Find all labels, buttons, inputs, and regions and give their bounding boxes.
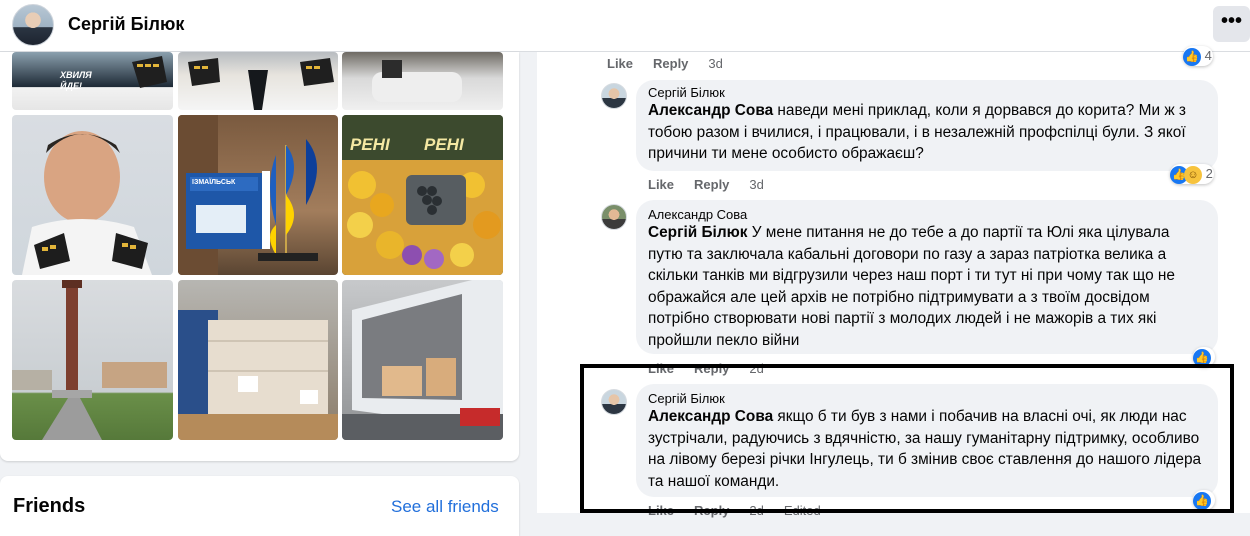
like-button[interactable]: Like [648,361,674,376]
photo-image [188,58,334,110]
comment-time[interactable]: 3d [708,56,722,71]
more-options-button[interactable]: ••• [1213,6,1250,42]
profile-avatar[interactable] [12,4,54,46]
comment-actions: Like Reply 2d [648,361,784,376]
photos-card: ХВИЛЯ ЙДЕ! ІЗМАЇЛЬСЬК РЕНІ РЕНІ [0,52,519,461]
comment-avatar[interactable] [601,389,627,415]
comment-mention[interactable]: Александр Сова [648,102,773,119]
photo-caption: ХВИЛЯ ЙДЕ! [60,70,92,91]
photo-tile[interactable]: ІЗМАЇЛЬСЬК [178,115,338,275]
comment-author[interactable]: Сергій Білюк [648,391,1206,406]
comment-text: Александр Сова наведи мені приклад, коли… [648,100,1206,165]
photo-tile[interactable] [178,280,338,440]
comment-time[interactable]: 3d [749,177,763,192]
friends-card: Friends See all friends [0,476,519,536]
comment-text: Александр Сова якщо б ти був з нами і по… [648,406,1206,492]
photo-caption: РЕНІ [424,135,464,154]
like-reaction-icon: 👍 [1183,47,1201,66]
photo-tile[interactable] [12,280,173,440]
comment-bubble: Александр Сова Сергій Білюк У мене питан… [636,200,1218,354]
reaction-count: 4 [1204,48,1212,63]
like-button[interactable]: Like [648,503,674,518]
comment-mention[interactable]: Сергій Білюк [648,224,747,241]
haha-reaction-icon: ☺ [1184,165,1202,184]
photo-image [372,60,462,102]
photo-image [12,280,167,440]
comment-text: Сергій Білюк У мене питання не до тебе а… [648,222,1206,351]
reply-button[interactable]: Reply [653,56,688,71]
reaction-summary[interactable]: 👍 4 [1183,46,1213,66]
comment-actions: Like Reply 3d [607,56,743,71]
friends-title: Friends [13,495,86,517]
profile-name[interactable]: Сергій Білюк [68,14,184,35]
photo-image [178,115,318,275]
photo-tile[interactable]: ХВИЛЯ ЙДЕ! [12,52,173,110]
like-reaction-icon: 👍 [1193,348,1211,367]
comment-bubble: Сергій Білюк Александр Сова наведи мені … [636,80,1218,171]
photo-tile[interactable] [12,115,173,275]
profile-header: Сергій Білюк ••• [0,0,1250,52]
reply-button[interactable]: Reply [694,177,729,192]
comment-avatar[interactable] [601,204,627,230]
comment-author[interactable]: Сергій Білюк [648,85,1206,100]
reaction-summary[interactable]: 👍 [1193,347,1215,367]
comment-actions: Like Reply 2d Edited [648,503,841,518]
like-button[interactable]: Like [648,177,674,192]
reply-button[interactable]: Reply [694,361,729,376]
photo-tile[interactable]: РЕНІ РЕНІ [342,115,503,275]
comment-actions: Like Reply 3d [648,177,784,192]
reaction-summary[interactable]: 👍 ☺ 2 [1170,164,1214,184]
photo-image [342,280,503,440]
like-button[interactable]: Like [607,56,633,71]
photo-image [178,310,338,440]
photo-caption: ІЗМАЇЛЬСЬК [192,179,236,186]
comment-author[interactable]: Александр Сова [648,207,1206,222]
comment-bubble: Сергій Білюк Александр Сова якщо б ти бу… [636,384,1218,497]
reaction-count: 2 [1205,166,1213,181]
photo-tile[interactable] [342,52,503,110]
photo-tile[interactable] [178,52,338,110]
comment-mention[interactable]: Александр Сова [648,408,773,425]
reply-button[interactable]: Reply [694,503,729,518]
comment-time[interactable]: 2d [749,503,763,518]
photo-image [22,131,152,275]
comment-avatar[interactable] [601,83,627,109]
comment-body: У мене питання не до тебе а до партії та… [648,224,1175,349]
photo-tile[interactable] [342,280,503,440]
comment-time[interactable]: 2d [749,361,763,376]
reaction-summary[interactable]: 👍 [1193,490,1215,510]
comments-feed: Like Reply 3d 👍 4 Сергій Білюк Александр С… [537,46,1250,518]
edited-label[interactable]: Edited [784,503,821,518]
like-reaction-icon: 👍 [1193,491,1211,510]
photo-caption: РЕНІ [350,135,390,154]
see-all-friends-link[interactable]: See all friends [391,497,499,517]
